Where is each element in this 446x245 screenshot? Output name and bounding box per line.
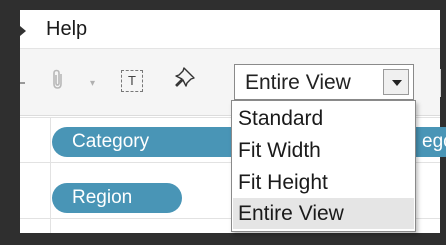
paperclip-icon[interactable] [50,69,66,97]
window-frame-right [440,0,446,245]
toolbar-partial-caret-icon [20,82,25,84]
dropdown-option-entire-view[interactable]: Entire View [233,198,414,229]
window-frame-top [0,0,446,10]
window-frame-left [0,0,20,245]
dropdown-option-fit-width[interactable]: Fit Width [233,135,414,166]
dropdown-option-standard[interactable]: Standard [233,103,414,134]
dropdown-option-fit-height[interactable]: Fit Height [233,167,414,198]
menu-help[interactable]: Help [46,18,87,41]
chevron-down-icon [392,80,402,86]
menu-overflow-arrow-icon[interactable] [20,26,26,36]
partial-pill-label: ego [422,131,446,152]
toolbar-separator [440,69,441,97]
fit-view-dropdown-button[interactable] [383,69,409,95]
region-pill[interactable]: Region [52,183,182,213]
text-annotation-icon[interactable]: T [121,70,143,92]
pin-icon[interactable] [174,66,196,93]
fit-view-dropdown-list: Standard Fit Width Fit Height Entire Vie… [231,100,416,232]
menu-bar: Help [20,10,440,48]
fit-view-combo[interactable]: Entire View [234,64,414,100]
category-pill[interactable]: Category [52,127,252,157]
fit-view-selected: Entire View [245,71,351,94]
window-frame-bottom [0,233,446,245]
paperclip-dropdown-icon[interactable]: ▾ [90,78,95,89]
